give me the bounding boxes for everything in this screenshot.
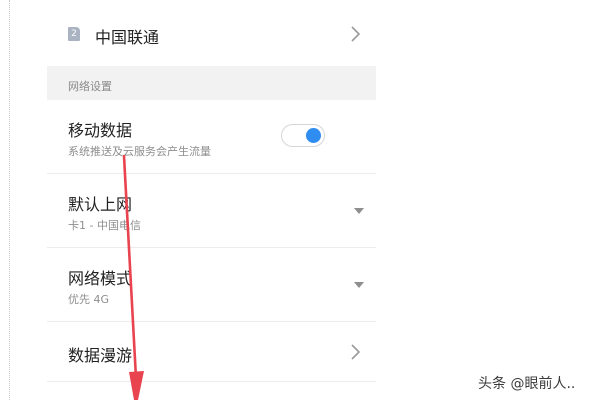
data-roaming-row[interactable]: 数据漫游 [47,322,376,382]
network-settings-header: 网络设置 [47,66,376,100]
sim-card-icon: 2 [68,27,80,41]
network-mode-value: 优先 4G [68,293,110,306]
chevron-right-icon [351,344,361,360]
default-internet-row[interactable]: 默认上网 卡1 - 中国电信 [47,174,376,248]
mobile-data-row[interactable]: 移动数据 系统推送及云服务会产生流量 [47,100,376,174]
caret-down-icon [354,208,364,214]
network-mode-title: 网络模式 [68,269,133,288]
mobile-data-toggle[interactable] [281,124,325,147]
network-mode-row[interactable]: 网络模式 优先 4G [47,248,376,322]
next-row-partial [47,383,376,400]
settings-panel: 2 中国联通 网络设置 移动数据 系统推送及云服务会产生流量 默认上网 卡1 -… [47,0,376,400]
dotted-divider [9,0,10,400]
toggle-knob [306,128,321,143]
chevron-right-icon [351,26,361,42]
default-internet-value: 卡1 - 中国电信 [68,219,141,232]
default-internet-title: 默认上网 [68,195,133,214]
data-roaming-title: 数据漫游 [68,346,133,365]
mobile-data-subtitle: 系统推送及云服务会产生流量 [68,145,211,158]
mobile-data-title: 移动数据 [68,121,133,140]
screenshot-stage: 2 中国联通 网络设置 移动数据 系统推送及云服务会产生流量 默认上网 卡1 -… [0,0,600,400]
section-title: 网络设置 [68,80,112,93]
sim-card-label: 中国联通 [95,28,160,47]
caret-down-icon [354,282,364,288]
watermark-text: 头条 @眼前人.. [478,376,576,392]
sim-card-row[interactable]: 2 中国联通 [47,0,376,66]
